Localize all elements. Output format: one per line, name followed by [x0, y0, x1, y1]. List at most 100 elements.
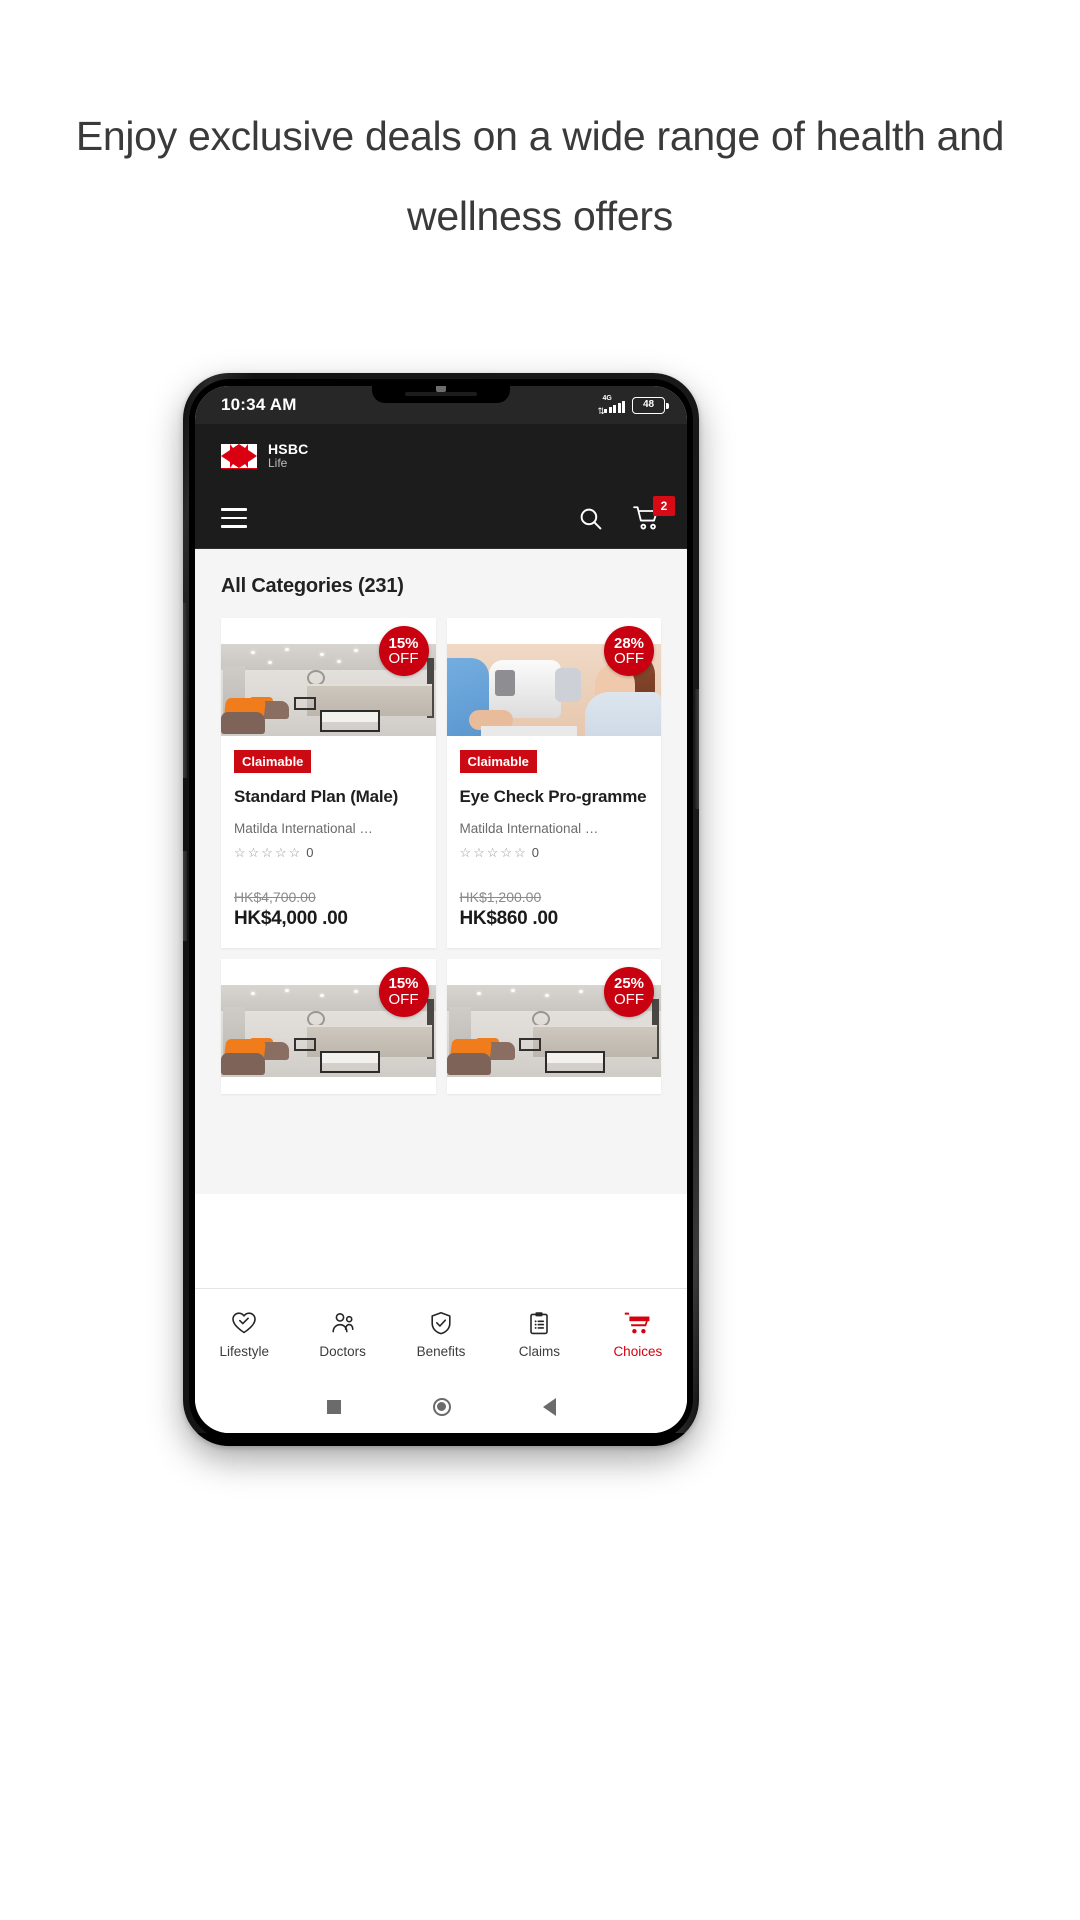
product-image: 25% OFF: [446, 958, 661, 1077]
cart-badge-count: 2: [653, 496, 675, 516]
tab-label: Benefits: [416, 1343, 466, 1359]
product-card[interactable]: 28% OFF Claimable Eye Check Pro-gramme M…: [446, 618, 662, 948]
product-image: 28% OFF: [446, 618, 661, 736]
product-title: Eye Check Pro-gramme: [459, 787, 647, 806]
phone-screen: 10:34 AM 4G 48: [195, 386, 687, 1433]
discount-percent: 28%: [613, 634, 645, 652]
product-grid-row2: 15% OFF 25% OFF: [195, 958, 687, 1094]
discount-off-label: OFF: [614, 990, 644, 1008]
triangle-left-icon[interactable]: [542, 1397, 556, 1416]
discounted-price: HK$860 .00: [459, 907, 559, 929]
bottom-tab-bar: Lifestyle Doctors Benefits Claims Choice…: [195, 1288, 687, 1380]
front-camera-dot: [436, 386, 446, 392]
hamburger-icon[interactable]: [221, 508, 247, 528]
phone-chin: [183, 1433, 699, 1446]
app-nav-bar: 2: [195, 488, 687, 549]
volume-button[interactable]: [183, 603, 187, 778]
hamburger-line-3: [221, 525, 247, 528]
tab-lifestyle[interactable]: Lifestyle: [195, 1311, 293, 1359]
earpiece-speaker: [405, 392, 477, 396]
star-rating-icon: ☆☆☆☆☆: [234, 844, 303, 860]
product-card[interactable]: 15% OFF Claimable Standard Plan (Male) M…: [221, 618, 436, 948]
hamburger-line-2: [221, 516, 247, 520]
hamburger-line-1: [221, 508, 247, 511]
product-card[interactable]: 25% OFF: [446, 958, 661, 1094]
tab-benefits[interactable]: Benefits: [392, 1311, 490, 1359]
data-transfer-icon: [598, 405, 606, 416]
power-button[interactable]: [183, 851, 187, 941]
original-price: HK$4,700.00: [234, 888, 316, 905]
product-image: 15% OFF: [221, 618, 436, 736]
product-details: Claimable Standard Plan (Male) Matilda I…: [221, 736, 436, 948]
page-title: All Categories (231): [221, 575, 404, 597]
heart-check-icon: [232, 1311, 257, 1333]
chair-brown: [221, 712, 265, 734]
rating-count: 0: [531, 845, 540, 861]
star-rating-icon: ☆☆☆☆☆: [459, 844, 528, 860]
signal-bar-4: [617, 403, 621, 413]
discount-percent: 15%: [388, 634, 419, 652]
discount-badge: 25% OFF: [604, 966, 654, 1017]
page-headline: Enjoy exclusive deals on a wide range of…: [75, 113, 1005, 239]
tab-label: Claims: [518, 1343, 561, 1359]
battery-level-label: 48: [642, 399, 655, 410]
brand-name: HSBC: [268, 441, 309, 458]
phone-mockup: 10:34 AM 4G 48: [183, 373, 699, 1446]
brand-text: HSBC Life: [268, 442, 308, 469]
machine-headrest: [554, 668, 581, 702]
discounted-price: HK$4,000 .00: [234, 907, 348, 929]
search-icon[interactable]: [578, 506, 603, 531]
assistant-button[interactable]: [695, 689, 699, 809]
brand-sub: Life: [268, 456, 288, 471]
hsbc-logo-center: [230, 443, 248, 468]
discount-percent: 25%: [613, 975, 645, 993]
status-badge: Claimable: [459, 750, 537, 773]
discount-off-label: OFF: [614, 650, 644, 667]
discount-badge: 15% OFF: [378, 626, 429, 676]
tab-label: Doctors: [319, 1343, 366, 1359]
discount-off-label: OFF: [388, 650, 419, 667]
product-title: Standard Plan (Male): [234, 787, 399, 806]
tab-doctors[interactable]: Doctors: [293, 1311, 391, 1359]
status-icons: 4G 48: [598, 395, 669, 416]
discount-badge: 15% OFF: [378, 966, 429, 1017]
signal-icon: 4G: [598, 395, 625, 416]
brand-bar: HSBC Life: [195, 424, 687, 488]
signal-bar-5: [622, 401, 625, 413]
merchant-name: Matilda International …: [234, 820, 373, 836]
product-image: 15% OFF: [221, 958, 436, 1077]
discount-percent: 15%: [388, 975, 419, 993]
android-system-nav: [195, 1380, 687, 1433]
cart-icon: [625, 1312, 650, 1333]
product-details: Claimable Eye Check Pro-gramme Matilda I…: [447, 736, 662, 948]
nav-actions: 2: [578, 496, 675, 531]
status-time: 10:34 AM: [221, 395, 297, 414]
rating: ☆☆☆☆☆ 0: [460, 845, 649, 861]
tab-label: Choices: [613, 1343, 663, 1359]
square-icon[interactable]: [326, 1399, 341, 1414]
discount-badge: 28% OFF: [604, 626, 654, 676]
rating: ☆☆☆☆☆ 0: [234, 845, 423, 861]
tab-label: Lifestyle: [219, 1343, 269, 1359]
merchant-name: Matilda International …: [459, 820, 599, 836]
product-grid: 15% OFF Claimable Standard Plan (Male) M…: [195, 618, 687, 948]
battery-icon: 48: [632, 396, 669, 414]
tab-choices[interactable]: Choices: [589, 1311, 687, 1359]
content-area: All Categories (231) 15% OFF Claimable S…: [195, 549, 687, 1194]
coffee-table: [319, 710, 380, 732]
product-card[interactable]: 15% OFF: [221, 958, 436, 1094]
clipboard-icon: [530, 1311, 549, 1334]
original-price: HK$1,200.00: [459, 888, 542, 905]
status-badge: Claimable: [234, 750, 312, 773]
cart-icon[interactable]: 2: [633, 496, 675, 531]
network-type-label: 4G: [602, 395, 612, 402]
shield-check-icon: [431, 1311, 451, 1334]
phone-notch: [372, 386, 510, 403]
circle-icon[interactable]: [432, 1397, 451, 1416]
rating-count: 0: [306, 845, 314, 861]
machine-base: [480, 726, 577, 736]
tab-claims[interactable]: Claims: [490, 1311, 588, 1359]
patient-shirt: [585, 692, 661, 736]
signal-bar-3: [613, 405, 616, 413]
doctors-icon: [332, 1312, 354, 1332]
